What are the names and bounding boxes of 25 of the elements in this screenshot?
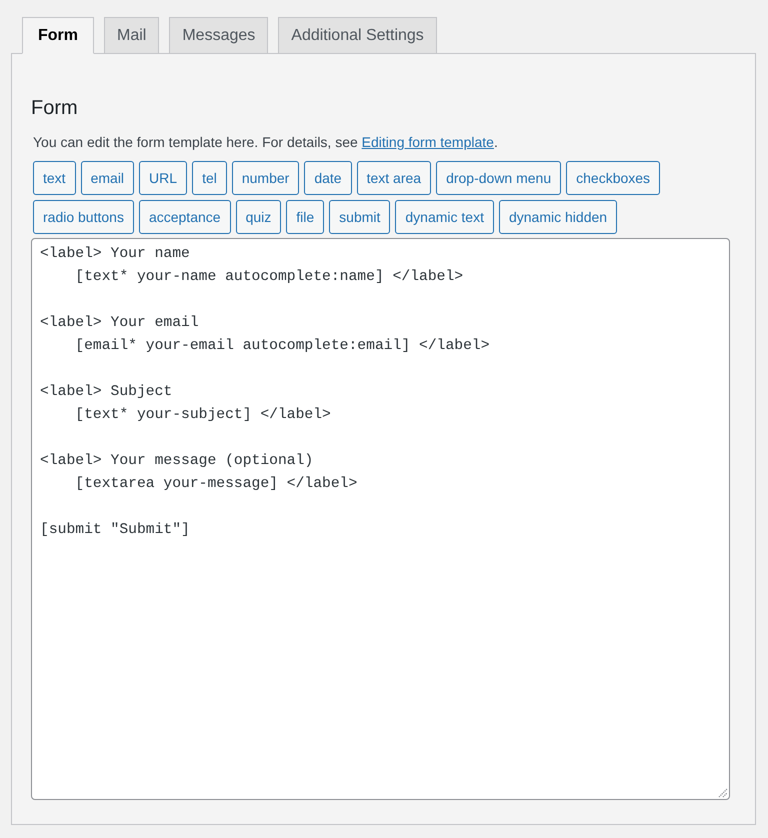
tag-button[interactable]: radio buttons bbox=[33, 200, 134, 234]
tag-button[interactable]: acceptance bbox=[138, 200, 231, 234]
tab[interactable]: Mail bbox=[104, 17, 160, 54]
tag-button[interactable]: number bbox=[232, 161, 300, 195]
section-heading: Form bbox=[31, 96, 79, 121]
tag-button[interactable]: checkboxes bbox=[566, 161, 660, 195]
tab[interactable]: Messages bbox=[169, 17, 268, 54]
tag-button[interactable]: dynamic hidden bbox=[498, 200, 618, 234]
help-link[interactable]: Editing form template bbox=[362, 134, 494, 150]
tag-button[interactable]: date bbox=[304, 161, 352, 195]
tag-button[interactable]: dynamic text bbox=[395, 200, 494, 234]
tag-button[interactable]: email bbox=[80, 161, 134, 195]
tag-button[interactable]: submit bbox=[329, 200, 390, 234]
tab[interactable]: Form bbox=[22, 17, 94, 54]
tag-button[interactable]: URL bbox=[139, 161, 188, 195]
tag-button[interactable]: text area bbox=[356, 161, 432, 195]
form-description: You can edit the form template here. For details, see Editing form template. bbox=[33, 133, 499, 152]
form-template-editor[interactable]: <label> Your name [text* your-name autocomplete:name] </label> <label> Your email [email* your-email autocomplete:email] </label> <label> Subject [text* your-subject] </label> <label> Your message (optional) [textarea your-message] </label> [submit "Submit"] bbox=[31, 238, 730, 800]
tag-button[interactable]: quiz bbox=[236, 200, 282, 234]
tag-button[interactable]: drop-down menu bbox=[436, 161, 562, 195]
tag-button[interactable]: tel bbox=[192, 161, 227, 195]
resize-grip-icon[interactable] bbox=[718, 788, 728, 798]
tag-button[interactable]: text bbox=[33, 161, 76, 195]
tag-button[interactable]: file bbox=[286, 200, 324, 234]
tab[interactable]: Additional Settings bbox=[278, 17, 437, 54]
